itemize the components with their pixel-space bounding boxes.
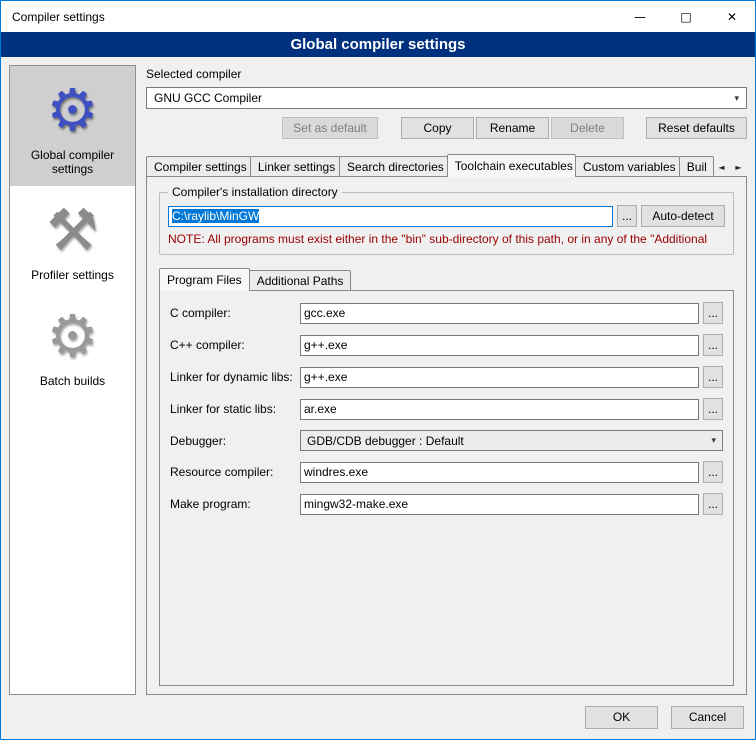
cancel-button[interactable]: Cancel (671, 706, 744, 729)
sidebar-item-batch-builds[interactable]: ⚙ Batch builds (10, 292, 135, 398)
tab-search-directories[interactable]: Search directories (339, 156, 448, 176)
delete-button: Delete (551, 117, 624, 139)
make-program-label: Make program: (170, 497, 300, 511)
debugger-row: Debugger: GDB/CDB debugger : Default ▾ (170, 430, 723, 451)
static-linker-row: Linker for static libs: ... (170, 398, 723, 420)
bin-subdirectory-note: NOTE: All programs must exist either in … (168, 232, 725, 246)
profiler-tool-icon: ⚒ (47, 198, 99, 262)
selected-compiler-label: Selected compiler (146, 67, 747, 81)
resource-compiler-browse-button[interactable]: ... (703, 461, 723, 483)
cpp-compiler-row: C++ compiler: ... (170, 334, 723, 356)
program-files-panel: C compiler: ... C++ compiler: ... Linker… (159, 290, 734, 686)
tab-compiler-settings[interactable]: Compiler settings (146, 156, 251, 176)
tab-scroll-right-icon[interactable]: ► (730, 158, 747, 176)
gear-gray-icon: ⚙ (47, 304, 99, 368)
close-button[interactable]: ✕ (709, 1, 755, 32)
minimize-icon: — (634, 10, 646, 24)
make-program-input[interactable] (300, 494, 699, 515)
gear-blue-icon: ⚙ (47, 78, 99, 142)
tab-build-options[interactable]: Buil (679, 156, 714, 176)
tab-custom-variables[interactable]: Custom variables (575, 156, 680, 176)
dynamic-linker-row: Linker for dynamic libs: ... (170, 366, 723, 388)
settings-tabstrip: Compiler settings Linker settings Search… (146, 153, 747, 176)
debugger-dropdown[interactable]: GDB/CDB debugger : Default ▾ (300, 430, 723, 451)
installation-directory-input[interactable]: C:\raylib\MinGW (168, 206, 613, 227)
tab-scroll-left-icon[interactable]: ◄ (713, 158, 730, 176)
chevron-down-icon: ▾ (711, 435, 716, 446)
tab-toolchain-executables[interactable]: Toolchain executables (447, 154, 576, 177)
cpp-compiler-label: C++ compiler: (170, 338, 300, 352)
static-linker-input[interactable] (300, 399, 699, 420)
dynamic-linker-input[interactable] (300, 367, 699, 388)
make-program-browse-button[interactable]: ... (703, 493, 723, 515)
sidebar-item-label: Global compiler settings (14, 148, 131, 176)
dialog-footer: OK Cancel (1, 695, 755, 739)
window-controls: — □ ✕ (617, 1, 755, 32)
subtab-program-files[interactable]: Program Files (159, 268, 250, 291)
make-program-row: Make program: ... (170, 493, 723, 515)
dialog-body: ⚙ Global compiler settings ⚒ Profiler se… (1, 57, 755, 695)
c-compiler-row: C compiler: ... (170, 302, 723, 324)
selected-compiler-value: GNU GCC Compiler (154, 91, 262, 105)
installation-directory-value: C:\raylib\MinGW (172, 209, 259, 223)
auto-detect-button[interactable]: Auto-detect (641, 205, 725, 227)
resource-compiler-input[interactable] (300, 462, 699, 483)
static-linker-label: Linker for static libs: (170, 402, 300, 416)
maximize-icon: □ (680, 10, 691, 24)
chevron-down-icon: ▾ (734, 93, 739, 104)
rename-button[interactable]: Rename (476, 117, 549, 139)
ok-button[interactable]: OK (585, 706, 658, 729)
installation-directory-label: Compiler's installation directory (168, 185, 342, 199)
c-compiler-browse-button[interactable]: ... (703, 302, 723, 324)
compiler-settings-window: Compiler settings — □ ✕ Global compiler … (0, 0, 756, 740)
dynamic-linker-label: Linker for dynamic libs: (170, 370, 300, 384)
set-as-default-button: Set as default (282, 117, 378, 139)
cpp-compiler-input[interactable] (300, 335, 699, 356)
maximize-button[interactable]: □ (663, 1, 709, 32)
sidebar-item-profiler-settings[interactable]: ⚒ Profiler settings (10, 186, 135, 292)
window-title: Compiler settings (1, 10, 105, 24)
page-title: Global compiler settings (1, 32, 755, 57)
close-icon: ✕ (727, 10, 737, 24)
debugger-value: GDB/CDB debugger : Default (307, 434, 464, 448)
installation-directory-group: Compiler's installation directory C:\ray… (159, 185, 734, 255)
titlebar: Compiler settings — □ ✕ (1, 1, 755, 32)
c-compiler-input[interactable] (300, 303, 699, 324)
installation-directory-row: C:\raylib\MinGW ... Auto-detect (168, 205, 725, 227)
minimize-button[interactable]: — (617, 1, 663, 32)
main-panel: Selected compiler GNU GCC Compiler ▾ Set… (146, 65, 747, 695)
sidebar-item-global-compiler-settings[interactable]: ⚙ Global compiler settings (10, 66, 135, 186)
toolchain-executables-panel: Compiler's installation directory C:\ray… (146, 176, 747, 695)
tab-scroll-arrows: ◄ ► (713, 158, 747, 176)
resource-compiler-row: Resource compiler: ... (170, 461, 723, 483)
settings-sidebar: ⚙ Global compiler settings ⚒ Profiler se… (9, 65, 136, 695)
compiler-actions: Set as default Copy Rename Delete Reset … (146, 117, 747, 139)
subtab-additional-paths[interactable]: Additional Paths (249, 270, 352, 290)
dynamic-linker-browse-button[interactable]: ... (703, 366, 723, 388)
static-linker-browse-button[interactable]: ... (703, 398, 723, 420)
browse-directory-button[interactable]: ... (617, 205, 637, 227)
reset-defaults-button[interactable]: Reset defaults (646, 117, 747, 139)
cpp-compiler-browse-button[interactable]: ... (703, 334, 723, 356)
sidebar-item-label: Batch builds (40, 374, 105, 388)
program-files-tabstrip: Program Files Additional Paths (159, 267, 734, 290)
selected-compiler-dropdown[interactable]: GNU GCC Compiler ▾ (146, 87, 747, 109)
debugger-label: Debugger: (170, 434, 300, 448)
copy-button[interactable]: Copy (401, 117, 474, 139)
resource-compiler-label: Resource compiler: (170, 465, 300, 479)
tab-linker-settings[interactable]: Linker settings (250, 156, 340, 176)
c-compiler-label: C compiler: (170, 306, 300, 320)
sidebar-item-label: Profiler settings (31, 268, 114, 282)
